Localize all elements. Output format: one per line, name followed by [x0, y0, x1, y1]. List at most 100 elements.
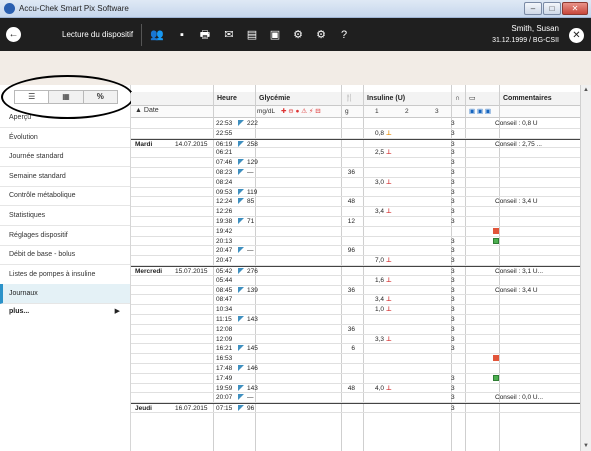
basal-cell: 3 [451, 208, 455, 216]
table-row[interactable]: 06:21 2,5 ⊥ 3 [131, 148, 580, 159]
measurement-marker-icon [238, 365, 244, 371]
comment-cell: Conseil : 3,4 U [495, 286, 538, 294]
glycemia-value: 85 [247, 198, 255, 206]
sidebar-item-5[interactable]: Statistiques [0, 206, 130, 226]
table-row[interactable]: 19:42 [131, 227, 580, 237]
sidebar-item-7[interactable]: Débit de base - bolus [0, 245, 130, 266]
carbs-cell: 96 [347, 247, 355, 255]
minimize-button[interactable]: – [524, 2, 542, 15]
time-cell: 17:49 [216, 374, 233, 382]
col-pump-icon[interactable]: ▭ [465, 92, 499, 105]
back-arrow-icon[interactable]: ← [6, 27, 21, 42]
scroll-up-icon[interactable]: ▲ [581, 85, 591, 95]
grid-view-icon[interactable]: ▦ [49, 91, 84, 103]
table-row[interactable]: 22:53 222 3 Conseil : 0,8 U [131, 119, 580, 129]
table-row[interactable]: 12:09 3,3 ⊥ 3 [131, 335, 580, 345]
date-sort-header[interactable]: ▲ Date [135, 107, 159, 114]
basal-cell: 3 [451, 218, 455, 225]
table-row[interactable]: 20:07 — 3 Conseil : 0,0 U... [131, 393, 580, 404]
measurement-marker-icon [238, 405, 244, 412]
col-basal-icon[interactable]: ∩ [451, 92, 465, 105]
insulin-value: 2,5 [375, 149, 385, 157]
sidebar-item-8[interactable]: Listes de pompes à insuline [0, 265, 130, 285]
col-commentaires[interactable]: Commentaires [499, 92, 580, 105]
email-icon[interactable]: ✉ [222, 28, 236, 42]
table-row[interactable]: 07:46 129 3 [131, 158, 580, 168]
time-cell: 12:09 [216, 335, 233, 343]
basal-cell: 3 [451, 384, 455, 392]
table-row[interactable]: 08:23 — 36 3 [131, 168, 580, 178]
table-row[interactable]: 09:53 119 3 [131, 188, 580, 198]
percent-view-button[interactable]: % [84, 91, 117, 103]
sidebar-item-4[interactable]: Contrôle métabolique [0, 186, 130, 207]
table-row[interactable]: 20:47 — 96 3 [131, 246, 580, 257]
glycemia-value: 222 [247, 120, 258, 127]
patients-icon[interactable]: 👥 [150, 28, 164, 42]
vertical-scrollbar[interactable]: ▲ ▼ [580, 85, 591, 451]
print-icon[interactable]: 🖶 [198, 28, 212, 42]
bolus-icon: ⊥ [384, 276, 392, 284]
glycemia-cell: 129 [238, 158, 258, 167]
table-row[interactable]: 08:24 3,0 ⊥ 3 [131, 178, 580, 188]
table-row[interactable]: 16:21 145 6 3 [131, 344, 580, 355]
basal-cell: 3 [451, 257, 455, 265]
close-icon[interactable]: ✕ [569, 28, 584, 43]
table-row[interactable]: 19:59 143 48 4,0 ⊥ 3 [131, 384, 580, 394]
settings-gear-icon[interactable]: ⚙ [291, 28, 305, 42]
table-row[interactable]: 11:15 143 3 [131, 315, 580, 325]
comment-cell: Conseil : 3,1 U... [495, 268, 544, 275]
sidebar-item-1[interactable]: Évolution [0, 128, 130, 148]
table-row[interactable]: 22:55 0,8 ⊥ 3 [131, 129, 580, 139]
day-cell: Mardi [135, 140, 153, 148]
save-icon[interactable]: ▪ [175, 28, 189, 42]
table-row[interactable]: 08:47 3,4 ⊥ 3 [131, 295, 580, 306]
table-row[interactable]: 12:24 85 48 3 Conseil : 3,4 U [131, 197, 580, 208]
time-cell: 22:53 [216, 120, 233, 127]
insulin-cell: 3,0 ⊥ [375, 178, 392, 187]
sidebar-item-2[interactable]: Journée standard [0, 147, 130, 168]
col-meal-icon[interactable]: 🍴 [341, 92, 363, 105]
window-close-button[interactable]: ✕ [562, 2, 588, 15]
glycemia-value: — [247, 247, 254, 255]
table-row[interactable]: 17:48 146 [131, 364, 580, 374]
table-row[interactable]: 08:45 139 36 3 Conseil : 3,4 U [131, 286, 580, 296]
sidebar-item-9[interactable]: Journaux [0, 284, 130, 305]
table-row[interactable]: 20:13 3 [131, 237, 580, 247]
table-row[interactable]: 19:38 71 12 3 [131, 217, 580, 227]
table-row[interactable]: 17:49 3 [131, 374, 580, 384]
glycemia-value: 139 [247, 286, 258, 294]
col-insuline[interactable]: Insuline (U) [363, 92, 451, 105]
sidebar-item-0[interactable]: Aperçu [0, 108, 130, 128]
pdf-icon[interactable]: ▤ [245, 28, 259, 42]
glycemia-value: 145 [247, 345, 258, 353]
window-title: Accu-Chek Smart Pix Software [19, 4, 129, 13]
table-row[interactable]: 05:44 1,6 ⊥ 3 [131, 276, 580, 286]
sidebar-item-3[interactable]: Semaine standard [0, 167, 130, 187]
glycemia-cell: 119 [238, 188, 257, 197]
scroll-down-icon[interactable]: ▼ [581, 441, 591, 451]
device-settings-icon[interactable]: ⚙ [314, 28, 328, 42]
maximize-button[interactable]: □ [543, 2, 561, 15]
table-row[interactable]: Jeudi 16.07.2015 07:15 96 3 [131, 403, 580, 413]
col-glycemie[interactable]: Glycémie [255, 92, 341, 105]
ins-col-3: 3 [435, 108, 439, 115]
table-row[interactable]: 12:26 3,4 ⊥ 3 [131, 207, 580, 217]
list-view-icon[interactable]: ☰ [15, 91, 50, 103]
time-cell: 12:26 [216, 208, 233, 216]
time-cell: 07:15 [216, 405, 233, 412]
app-logo-icon [4, 3, 15, 14]
window-titlebar: Accu-Chek Smart Pix Software – □ ✕ [0, 0, 591, 18]
main-toolbar: ← Lecture du dispositif 👥 ▪ 🖶 ✉ ▤ ▣ ⚙ ⚙ … [0, 18, 591, 51]
table-row[interactable]: 12:08 36 3 [131, 325, 580, 335]
table-row[interactable]: 16:53 [131, 354, 580, 364]
sidebar-item-6[interactable]: Réglages dispositif [0, 226, 130, 246]
col-heure[interactable]: Heure [213, 92, 255, 105]
table-row[interactable]: Mercredi 15.07.2015 05:42 276 3 Conseil : 3,1… [131, 266, 580, 276]
table-row[interactable]: 10:34 1,0 ⊥ 3 [131, 305, 580, 315]
export-icon[interactable]: ▣ [268, 28, 282, 42]
table-row[interactable]: Mardi 14.07.2015 06:19 258 3 Conseil : 2,75 .… [131, 138, 580, 149]
table-row[interactable]: 20:47 7,0 ⊥ 3 [131, 256, 580, 266]
basal-cell: 3 [451, 306, 455, 314]
sidebar-more[interactable]: plus... ▶ [0, 305, 130, 319]
help-icon[interactable]: ? [337, 28, 351, 42]
